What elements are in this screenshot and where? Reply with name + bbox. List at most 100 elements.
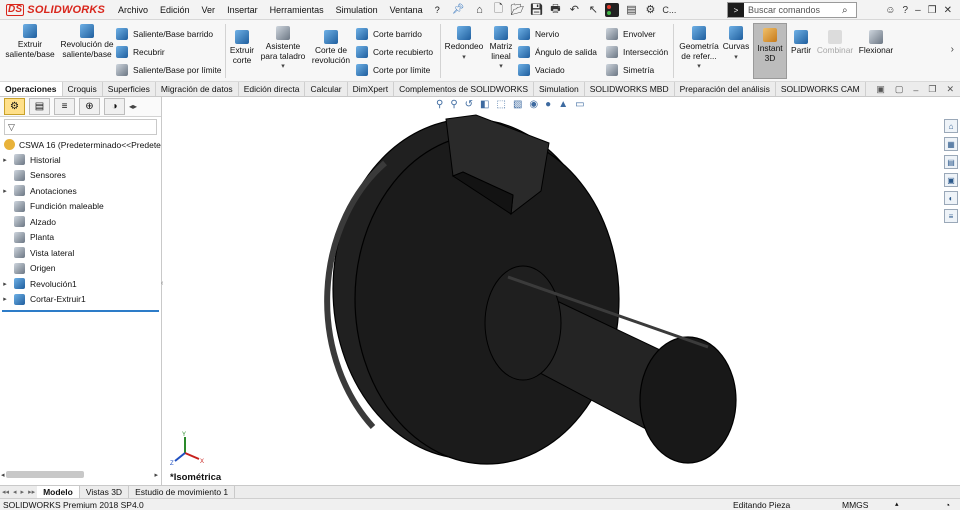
menu-help[interactable]: ?	[429, 0, 446, 20]
tab-dimxpert[interactable]: DimXpert	[348, 82, 395, 96]
tab-migracion-de-datos[interactable]: Migración de datos	[156, 82, 239, 96]
display-manager-tab-icon[interactable]: ◑	[104, 98, 125, 115]
command-search[interactable]: > Buscar comandos ⌕	[727, 2, 857, 18]
tree-item-anotaciones[interactable]: ▸ Anotaciones	[0, 183, 161, 199]
close-icon[interactable]: ✕	[944, 5, 952, 16]
dimxpert-manager-tab-icon[interactable]: ⊕	[79, 98, 100, 115]
combine-button[interactable]: Combinar	[815, 30, 855, 56]
tab-calcular[interactable]: Calcular	[305, 82, 348, 96]
linear-pattern-button[interactable]: Matriz lineal ▾	[486, 26, 516, 72]
tree-item-alzado[interactable]: Alzado	[0, 214, 161, 230]
scrollbar-thumb[interactable]	[6, 471, 84, 478]
tree-item-revolucion1[interactable]: ▸ Revolución1	[0, 276, 161, 292]
curves-button[interactable]: Curvas ▾	[722, 26, 750, 62]
expand-arrow-icon[interactable]: ▸	[0, 156, 10, 164]
boundary-cut-button[interactable]: Corte por límite	[356, 64, 430, 76]
tree-item-sensores[interactable]: Sensores	[0, 168, 161, 184]
tab-superficies[interactable]: Superficies	[103, 82, 156, 96]
tab-modelo[interactable]: Modelo	[37, 486, 80, 498]
doc-close-icon[interactable]: ✕	[946, 84, 954, 95]
undo-icon[interactable]: ↶	[567, 2, 581, 18]
graphics-area[interactable]: ⚲ ⚲ ↺ ◧ ⬚ ▧ ◉ ● ▲ ▭ Y X Z ⌂ ▦ ▤ ▣ ◐ ≡ *I…	[163, 97, 960, 485]
lofted-cut-button[interactable]: Corte recubierto	[356, 46, 433, 58]
menu-edicion[interactable]: Edición	[154, 0, 196, 20]
first-tab-icon[interactable]: ◂◂	[0, 488, 11, 496]
search-icon[interactable]: ⌕	[842, 5, 856, 16]
expand-arrow-icon[interactable]: ▸	[0, 295, 10, 303]
units-selector[interactable]: MMGS	[842, 499, 868, 510]
restore-icon[interactable]: ❐	[928, 5, 937, 16]
cascade-window-icon[interactable]: ▢	[895, 84, 904, 95]
design-library-icon[interactable]: ▦	[944, 137, 958, 151]
print-icon[interactable]: 🖶︎	[548, 2, 562, 18]
reference-geometry-dropdown-icon[interactable]: ▾	[697, 62, 701, 72]
hole-wizard-button[interactable]: Asistente para taladro ▾	[259, 26, 307, 72]
wrap-button[interactable]: Envolver	[606, 28, 656, 40]
tab-complementos[interactable]: Complementos de SOLIDWORKS	[394, 82, 535, 96]
draft-button[interactable]: Ángulo de salida	[518, 46, 597, 58]
status-options-icon[interactable]: ◔	[945, 499, 950, 510]
new-document-icon[interactable]: 🗋︎	[491, 2, 505, 18]
home-icon[interactable]: ⌂	[472, 2, 486, 18]
last-tab-icon[interactable]: ▸▸	[26, 488, 37, 496]
extrude-boss-button[interactable]: Extruir saliente/base	[4, 24, 56, 59]
appearances-icon[interactable]: ◐	[944, 191, 958, 205]
solidworks-logo[interactable]: DS SOLIDWORKS	[0, 3, 112, 16]
tab-vistas-3d[interactable]: Vistas 3D	[80, 486, 130, 498]
configuration-manager-tab-icon[interactable]: ≡	[54, 98, 75, 115]
curves-dropdown-icon[interactable]: ▾	[734, 53, 738, 63]
tree-item-planta[interactable]: Planta	[0, 230, 161, 246]
rebuild-icon[interactable]	[605, 2, 620, 17]
tree-item-historial[interactable]: ▸ Historial	[0, 152, 161, 168]
menu-insertar[interactable]: Insertar	[221, 0, 264, 20]
menu-ventana[interactable]: Ventana	[384, 0, 429, 20]
reference-geometry-button[interactable]: Geometría de refer... ▾	[676, 26, 722, 72]
tree-item-vista-lateral[interactable]: Vista lateral	[0, 245, 161, 261]
shell-button[interactable]: Vaciado	[518, 64, 565, 76]
instant3d-button[interactable]: Instant 3D	[753, 23, 787, 79]
user-icon[interactable]: ☺	[885, 5, 895, 16]
solidworks-resources-icon[interactable]: ⌂	[944, 119, 958, 133]
tab-cam[interactable]: SOLIDWORKS CAM	[776, 82, 866, 96]
tree-root-part[interactable]: CSWA 16 (Predeterminado<<Predete	[0, 137, 161, 152]
ribbon-expand-chevron-icon[interactable]: ›	[951, 44, 954, 55]
swept-boss-button[interactable]: Saliente/Base barrido	[116, 28, 213, 40]
tab-edicion-directa[interactable]: Edición directa	[239, 82, 306, 96]
swept-cut-button[interactable]: Corte barrido	[356, 28, 422, 40]
save-icon[interactable]: 💾︎	[529, 2, 543, 18]
view-palette-icon[interactable]: ▣	[944, 173, 958, 187]
boundary-boss-button[interactable]: Saliente/Base por límite	[116, 64, 221, 76]
scroll-right-icon[interactable]: ▸	[154, 471, 158, 479]
menu-herramientas[interactable]: Herramientas	[264, 0, 330, 20]
tab-simulation[interactable]: Simulation	[534, 82, 585, 96]
tree-item-cortar-extruir1[interactable]: ▸ Cortar-Extruir1	[0, 292, 161, 308]
revolve-boss-button[interactable]: Revolución de saliente/base	[60, 24, 114, 59]
linear-pattern-dropdown-icon[interactable]: ▾	[499, 62, 503, 72]
panel-tabs-scroll-icon[interactable]: ◂▸	[129, 102, 137, 111]
tab-preparacion-analisis[interactable]: Preparación del análisis	[675, 82, 776, 96]
search-mode-icon[interactable]: >	[728, 3, 744, 17]
tree-filter-input[interactable]: ▽	[4, 119, 157, 135]
panel-splitter-handle[interactable]: ‹	[161, 280, 163, 287]
custom-properties-icon[interactable]: ≡	[944, 209, 958, 223]
prev-tab-icon[interactable]: ◂	[11, 488, 19, 496]
mirror-button[interactable]: Simetría	[606, 64, 654, 76]
hole-wizard-dropdown-icon[interactable]: ▾	[281, 62, 285, 72]
intersect-button[interactable]: Intersección	[606, 46, 668, 58]
doc-restore-icon[interactable]: ❐	[928, 84, 936, 95]
panel-horizontal-scrollbar[interactable]: ◂ ▸	[0, 470, 162, 479]
fillet-button[interactable]: Redondeo ▾	[444, 26, 484, 62]
options-gear-icon[interactable]: ⚙	[643, 2, 657, 18]
units-dropdown-icon[interactable]: ▴	[895, 499, 899, 510]
menu-archivo[interactable]: Archivo	[112, 0, 154, 20]
expand-arrow-icon[interactable]: ▸	[0, 280, 10, 288]
doc-minimize-icon[interactable]: –	[913, 85, 918, 95]
search-input[interactable]: Buscar comandos	[744, 5, 842, 15]
lofted-boss-button[interactable]: Recubrir	[116, 46, 165, 58]
flex-button[interactable]: Flexionar	[857, 30, 895, 56]
rollback-bar[interactable]	[2, 310, 159, 312]
next-tab-icon[interactable]: ▸	[19, 488, 27, 496]
tree-item-origen[interactable]: Origen	[0, 261, 161, 277]
pin-menu-icon[interactable]: 📌︎	[452, 4, 465, 15]
feature-manager-tab-icon[interactable]: ⚙	[4, 98, 25, 115]
